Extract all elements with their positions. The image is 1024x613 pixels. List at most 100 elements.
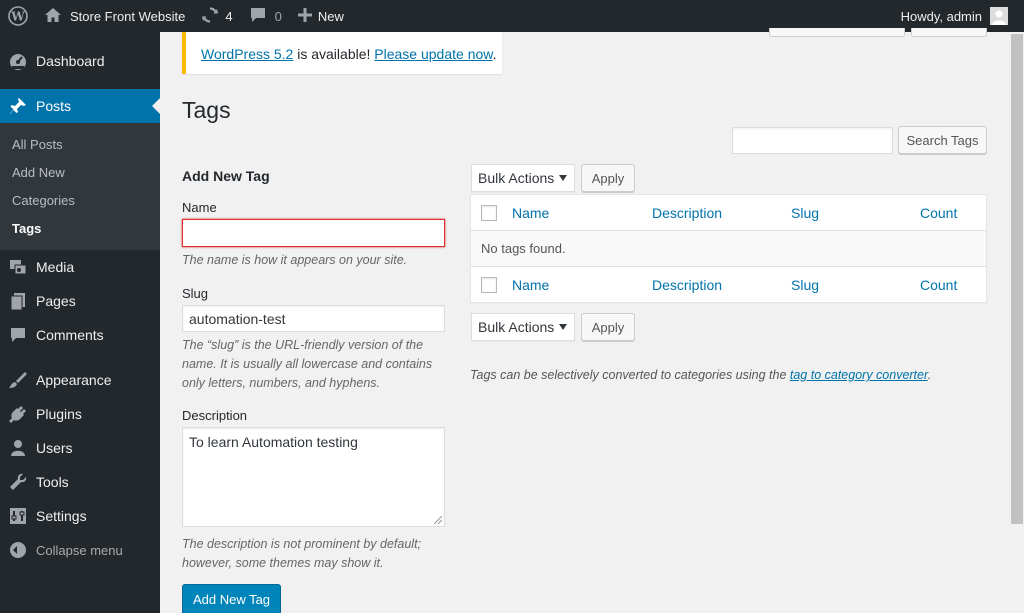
bulk-actions-select-top[interactable]: Bulk Actions: [471, 164, 575, 192]
new-label: New: [317, 8, 344, 24]
description-label: Description: [182, 408, 248, 423]
dashboard-gauge-icon: [8, 51, 28, 71]
admin-sidebar: Dashboard Posts All Posts Add New Catego…: [0, 32, 160, 613]
sidebar-item-dashboard[interactable]: Dashboard: [0, 44, 160, 78]
sidebar-item-media[interactable]: Media: [0, 250, 160, 284]
tag-description-textarea[interactable]: To learn Automation testing: [182, 427, 445, 527]
sidebar-item-tools[interactable]: Tools: [0, 465, 160, 499]
column-name[interactable]: Name: [512, 205, 549, 221]
comments-link[interactable]: 0: [241, 0, 290, 32]
table-header-row: Name Description Slug Count: [471, 195, 986, 231]
help-tab[interactable]: [911, 28, 987, 37]
svg-text:W: W: [10, 10, 25, 24]
converter-note: Tags can be selectively converted to cat…: [470, 368, 931, 382]
search-tags-input[interactable]: [732, 127, 893, 154]
description-text: To learn Automation testing: [189, 434, 358, 450]
sidebar-item-label: Tools: [36, 474, 69, 490]
site-name: Store Front Website: [70, 8, 186, 24]
sidebar-item-posts[interactable]: Posts: [0, 89, 160, 123]
collapse-menu-button[interactable]: Collapse menu: [0, 533, 160, 567]
new-content-link[interactable]: New: [290, 0, 352, 32]
slug-label: Slug: [182, 286, 209, 301]
select-all-checkbox[interactable]: [481, 205, 497, 221]
pushpin-icon: [8, 96, 28, 116]
column-name-footer[interactable]: Name: [512, 277, 549, 293]
add-tag-heading: Add New Tag: [182, 168, 270, 184]
sidebar-item-label: Posts: [36, 98, 72, 114]
wrench-icon: [8, 472, 28, 492]
sidebar-item-appearance[interactable]: Appearance: [0, 363, 160, 397]
update-now-link[interactable]: Please update now: [374, 46, 492, 62]
column-description-footer[interactable]: Description: [652, 277, 722, 293]
comments-icon: [8, 325, 28, 345]
bulk-actions-label: Bulk Actions: [478, 170, 555, 186]
submenu-item-all-posts[interactable]: All Posts: [0, 130, 160, 158]
column-description[interactable]: Description: [652, 205, 722, 221]
howdy-text: Howdy, admin: [900, 8, 982, 24]
submenu-item-add-new[interactable]: Add New: [0, 158, 160, 186]
column-slug-footer[interactable]: Slug: [791, 277, 819, 293]
table-row: No tags found.: [471, 231, 986, 267]
no-tags-message: No tags found.: [481, 241, 566, 256]
sidebar-item-comments[interactable]: Comments: [0, 318, 160, 352]
tags-table: Name Description Slug Count No tags foun…: [470, 194, 987, 303]
page-scrollbar[interactable]: [1010, 32, 1024, 613]
sidebar-item-plugins[interactable]: Plugins: [0, 397, 160, 431]
site-name-link[interactable]: Store Front Website: [36, 0, 193, 32]
notice-text: is available!: [293, 46, 375, 62]
sidebar-item-label: Dashboard: [36, 53, 105, 69]
pages-icon: [8, 291, 28, 311]
resize-handle-icon[interactable]: [434, 516, 442, 524]
sidebar-item-pages[interactable]: Pages: [0, 284, 160, 318]
column-count[interactable]: Count: [920, 205, 957, 221]
submenu-item-categories[interactable]: Categories: [0, 186, 160, 214]
sidebar-item-label: Comments: [36, 327, 104, 343]
users-icon: [8, 438, 28, 458]
converter-end: .: [927, 368, 932, 382]
bulk-actions-select-bottom[interactable]: Bulk Actions: [471, 313, 575, 341]
chevron-down-icon: [559, 175, 567, 181]
description-help-text: The description is not prominent by defa…: [182, 537, 422, 570]
sidebar-item-label: Settings: [36, 508, 87, 524]
search-tags-button[interactable]: Search Tags: [898, 126, 987, 154]
screen-options-tab[interactable]: [769, 28, 905, 37]
add-new-tag-button[interactable]: Add New Tag: [182, 584, 281, 613]
bulk-actions-label: Bulk Actions: [478, 319, 555, 335]
home-icon: [44, 7, 62, 26]
sidebar-item-label: Pages: [36, 293, 76, 309]
chevron-down-icon: [559, 324, 567, 330]
sidebar-item-users[interactable]: Users: [0, 431, 160, 465]
collapse-menu-label: Collapse menu: [36, 542, 123, 558]
sidebar-item-label: Users: [36, 440, 73, 456]
main-content: WordPress 5.2 is available! Please updat…: [160, 28, 1010, 613]
avatar: [990, 7, 1008, 25]
submenu-item-tags[interactable]: Tags: [0, 214, 160, 242]
name-help-text: The name is how it appears on your site.: [182, 253, 408, 267]
apply-button-bottom[interactable]: Apply: [581, 313, 635, 341]
scrollbar-thumb[interactable]: [1011, 34, 1023, 524]
updates-icon: [201, 6, 219, 27]
sidebar-item-label: Plugins: [36, 406, 82, 422]
comment-bubble-icon: [249, 7, 267, 26]
sidebar-item-label: Appearance: [36, 372, 112, 388]
wordpress-version-link[interactable]: WordPress 5.2: [201, 46, 293, 62]
tag-slug-input[interactable]: [182, 305, 445, 332]
collapse-arrow-icon: [10, 542, 26, 558]
update-notice: WordPress 5.2 is available! Please updat…: [182, 32, 502, 74]
select-all-checkbox-footer[interactable]: [481, 277, 497, 293]
column-count-footer[interactable]: Count: [920, 277, 957, 293]
sidebar-item-settings[interactable]: Settings: [0, 499, 160, 533]
sidebar-item-label: Media: [36, 259, 75, 275]
wordpress-logo-icon[interactable]: W: [0, 0, 36, 32]
converter-text: Tags can be selectively converted to cat…: [470, 368, 790, 382]
slug-help-text: The “slug” is the URL-friendly version o…: [182, 338, 433, 390]
apply-button-top[interactable]: Apply: [581, 164, 635, 192]
plus-icon: [297, 7, 312, 25]
comments-count: 0: [274, 8, 282, 24]
column-slug[interactable]: Slug: [791, 205, 819, 221]
paintbrush-icon: [8, 370, 28, 390]
plugin-plug-icon: [8, 404, 28, 424]
tag-converter-link[interactable]: tag to category converter: [790, 368, 928, 382]
tag-name-input[interactable]: [182, 219, 445, 247]
updates-link[interactable]: 4: [193, 0, 240, 32]
